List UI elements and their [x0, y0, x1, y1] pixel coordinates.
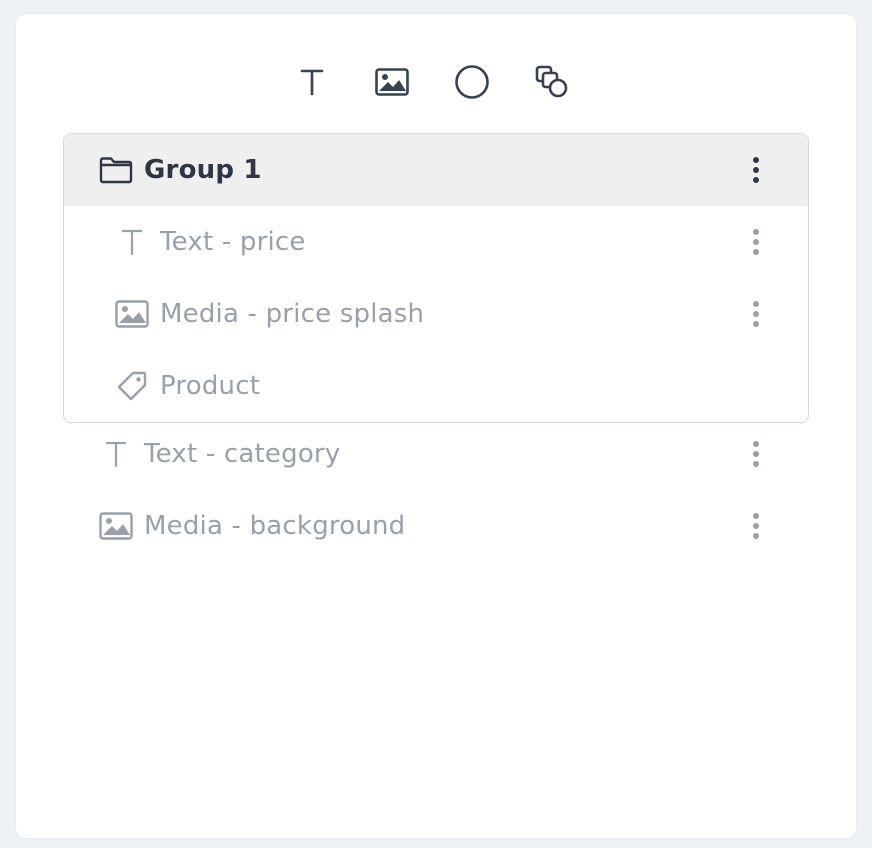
- group-row[interactable]: Group 1: [98, 134, 798, 206]
- tag-icon: [114, 368, 150, 404]
- layer-menu-button[interactable]: [742, 228, 770, 256]
- layer-row-text-category[interactable]: Text - category: [98, 418, 798, 490]
- layer-menu-button[interactable]: [742, 440, 770, 468]
- more-vertical-icon: [753, 513, 759, 539]
- group-header[interactable]: Group 1: [64, 134, 808, 206]
- more-vertical-icon: [753, 441, 759, 467]
- add-shape-button[interactable]: [452, 62, 492, 102]
- add-group-button[interactable]: [532, 62, 572, 102]
- add-media-button[interactable]: [372, 62, 412, 102]
- layer-label: Text - price: [160, 227, 306, 257]
- layer-label: Text - category: [144, 439, 341, 469]
- circle-icon: [455, 65, 489, 99]
- layer-label: Media - price splash: [160, 299, 425, 329]
- layer-group: Group 1 Text - price Media - price splas…: [63, 133, 809, 423]
- image-icon: [114, 296, 150, 332]
- more-vertical-icon: [753, 157, 759, 183]
- layer-menu-button[interactable]: [742, 300, 770, 328]
- layer-menu-button[interactable]: [742, 512, 770, 540]
- group-menu-button[interactable]: [742, 156, 770, 184]
- image-icon: [98, 508, 134, 544]
- layers-panel: Group 1 Text - price Media - price splas…: [16, 14, 856, 838]
- image-icon: [375, 68, 409, 96]
- group-icon: [535, 65, 568, 98]
- layer-row-media-background[interactable]: Media - background: [98, 490, 798, 562]
- layer-row-media-price-splash[interactable]: Media - price splash: [114, 278, 804, 350]
- group-label: Group 1: [144, 155, 262, 185]
- layer-label: Media - background: [144, 511, 406, 541]
- layer-row-product[interactable]: Product: [114, 350, 804, 422]
- layer-row-text-price[interactable]: Text - price: [114, 206, 804, 278]
- more-vertical-icon: [753, 301, 759, 327]
- layer-label: Product: [160, 371, 261, 401]
- text-icon: [98, 436, 134, 472]
- text-icon: [300, 69, 324, 96]
- add-element-toolbar: [16, 62, 856, 102]
- add-text-button[interactable]: [292, 62, 332, 102]
- text-icon: [114, 224, 150, 260]
- more-vertical-icon: [753, 229, 759, 255]
- folder-icon: [98, 152, 134, 188]
